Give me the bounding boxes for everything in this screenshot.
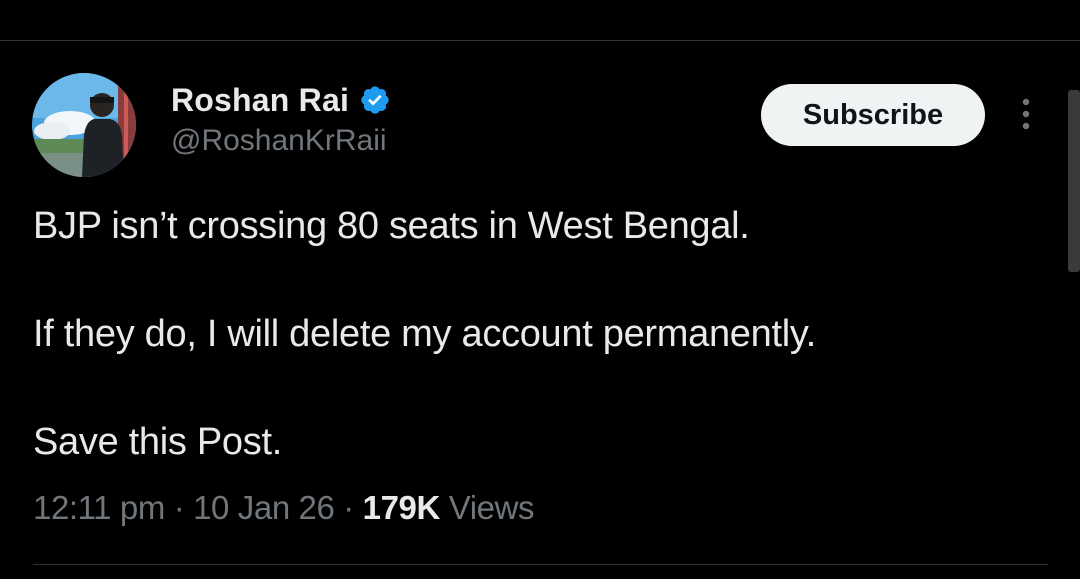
views-count[interactable]: 179K [363,489,441,526]
tweet-meta: 12:11 pm · 10 Jan 26 · 179K Views [33,489,535,527]
subscribe-button[interactable]: Subscribe [761,84,985,146]
meta-separator: · [173,489,185,526]
avatar[interactable] [32,73,136,177]
verified-badge-icon[interactable] [359,84,391,116]
meta-separator: · [343,489,354,526]
author-handle[interactable]: @RoshanKrRaii [171,124,391,158]
tweet-date[interactable]: 10 Jan 26 [193,489,335,526]
top-divider [0,40,1080,41]
tweet-text-line: If they do, I will delete my account per… [33,313,816,355]
author-display-name[interactable]: Roshan Rai [171,82,349,119]
name-row: Roshan Rai [171,80,391,120]
scrollbar[interactable] [1068,90,1080,272]
more-vertical-icon[interactable] [1015,96,1037,136]
tweet-time[interactable]: 12:11 pm [33,489,165,526]
tweet-text-line: Save this Post. [33,421,282,463]
author-block: Roshan Rai @RoshanKrRaii [171,80,391,158]
tweet-text-line: BJP isn’t crossing 80 seats in West Beng… [33,205,750,247]
views-label: Views [448,489,535,526]
bottom-divider [33,564,1048,565]
